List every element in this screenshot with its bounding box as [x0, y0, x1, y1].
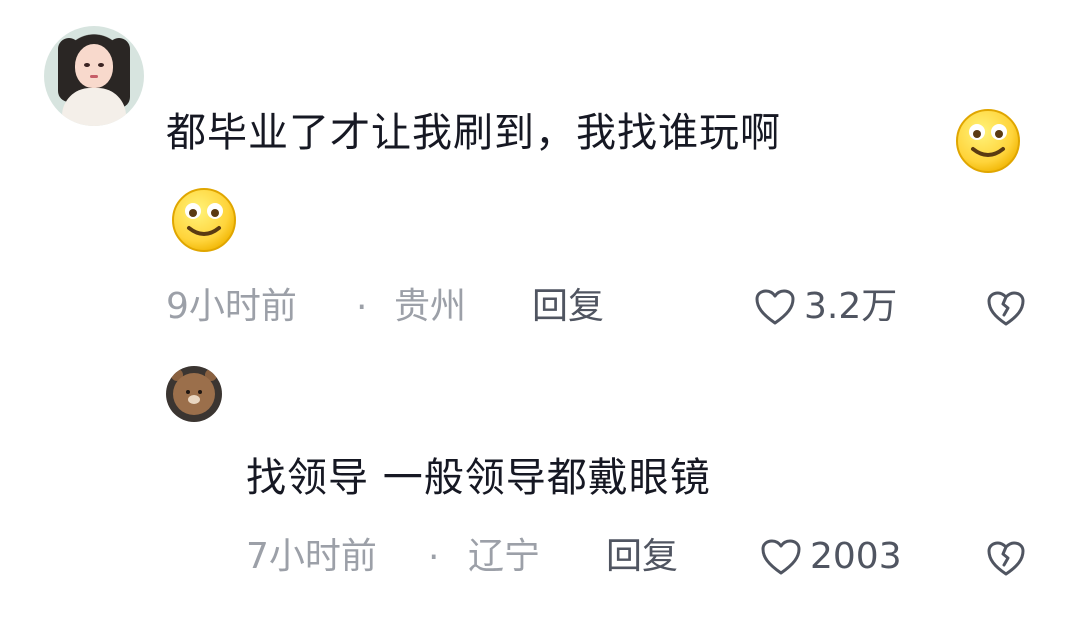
meta-separator: ·: [428, 537, 440, 578]
reply-button[interactable]: 回复: [532, 286, 604, 328]
broken-heart-outline-icon[interactable]: [986, 290, 1026, 328]
comment-location: 贵州: [394, 286, 467, 327]
avatar-mouth: [90, 75, 98, 78]
comment-time: 9小时前: [166, 286, 297, 327]
comment-text: 都毕业了才让我刷到，我找谁玩啊: [166, 108, 936, 158]
bear-face: [173, 373, 215, 415]
reply-location: 辽宁: [468, 536, 541, 577]
like-count: 3.2万: [804, 286, 898, 327]
bear-eye-right: [198, 390, 202, 394]
avatar-eye-left: [84, 63, 90, 67]
heart-outline-icon: [755, 289, 795, 325]
like-count: 2003: [810, 536, 902, 577]
avatar[interactable]: [44, 26, 144, 126]
smiling-face-emoji-icon: [956, 109, 1020, 173]
avatar-eye-right: [98, 63, 104, 67]
heart-outline-icon: [761, 539, 801, 575]
reply-avatar[interactable]: [166, 366, 222, 422]
comment-text-body: 都毕业了才让我刷到，我找谁玩啊: [166, 110, 781, 156]
like-button[interactable]: 3.2万: [754, 286, 897, 328]
like-button[interactable]: 2003: [760, 536, 902, 578]
broken-heart-outline-icon[interactable]: [986, 540, 1026, 578]
smiling-face-emoji-icon: [172, 188, 236, 252]
bear-eye-left: [186, 390, 190, 394]
meta-separator: ·: [356, 287, 368, 328]
reply-button[interactable]: 回复: [606, 536, 678, 578]
bear-snout: [188, 395, 200, 404]
reply-text: 找领导 一般领导都戴眼镜: [246, 455, 711, 501]
avatar-face: [75, 44, 113, 88]
reply-time: 7小时前: [246, 536, 377, 577]
